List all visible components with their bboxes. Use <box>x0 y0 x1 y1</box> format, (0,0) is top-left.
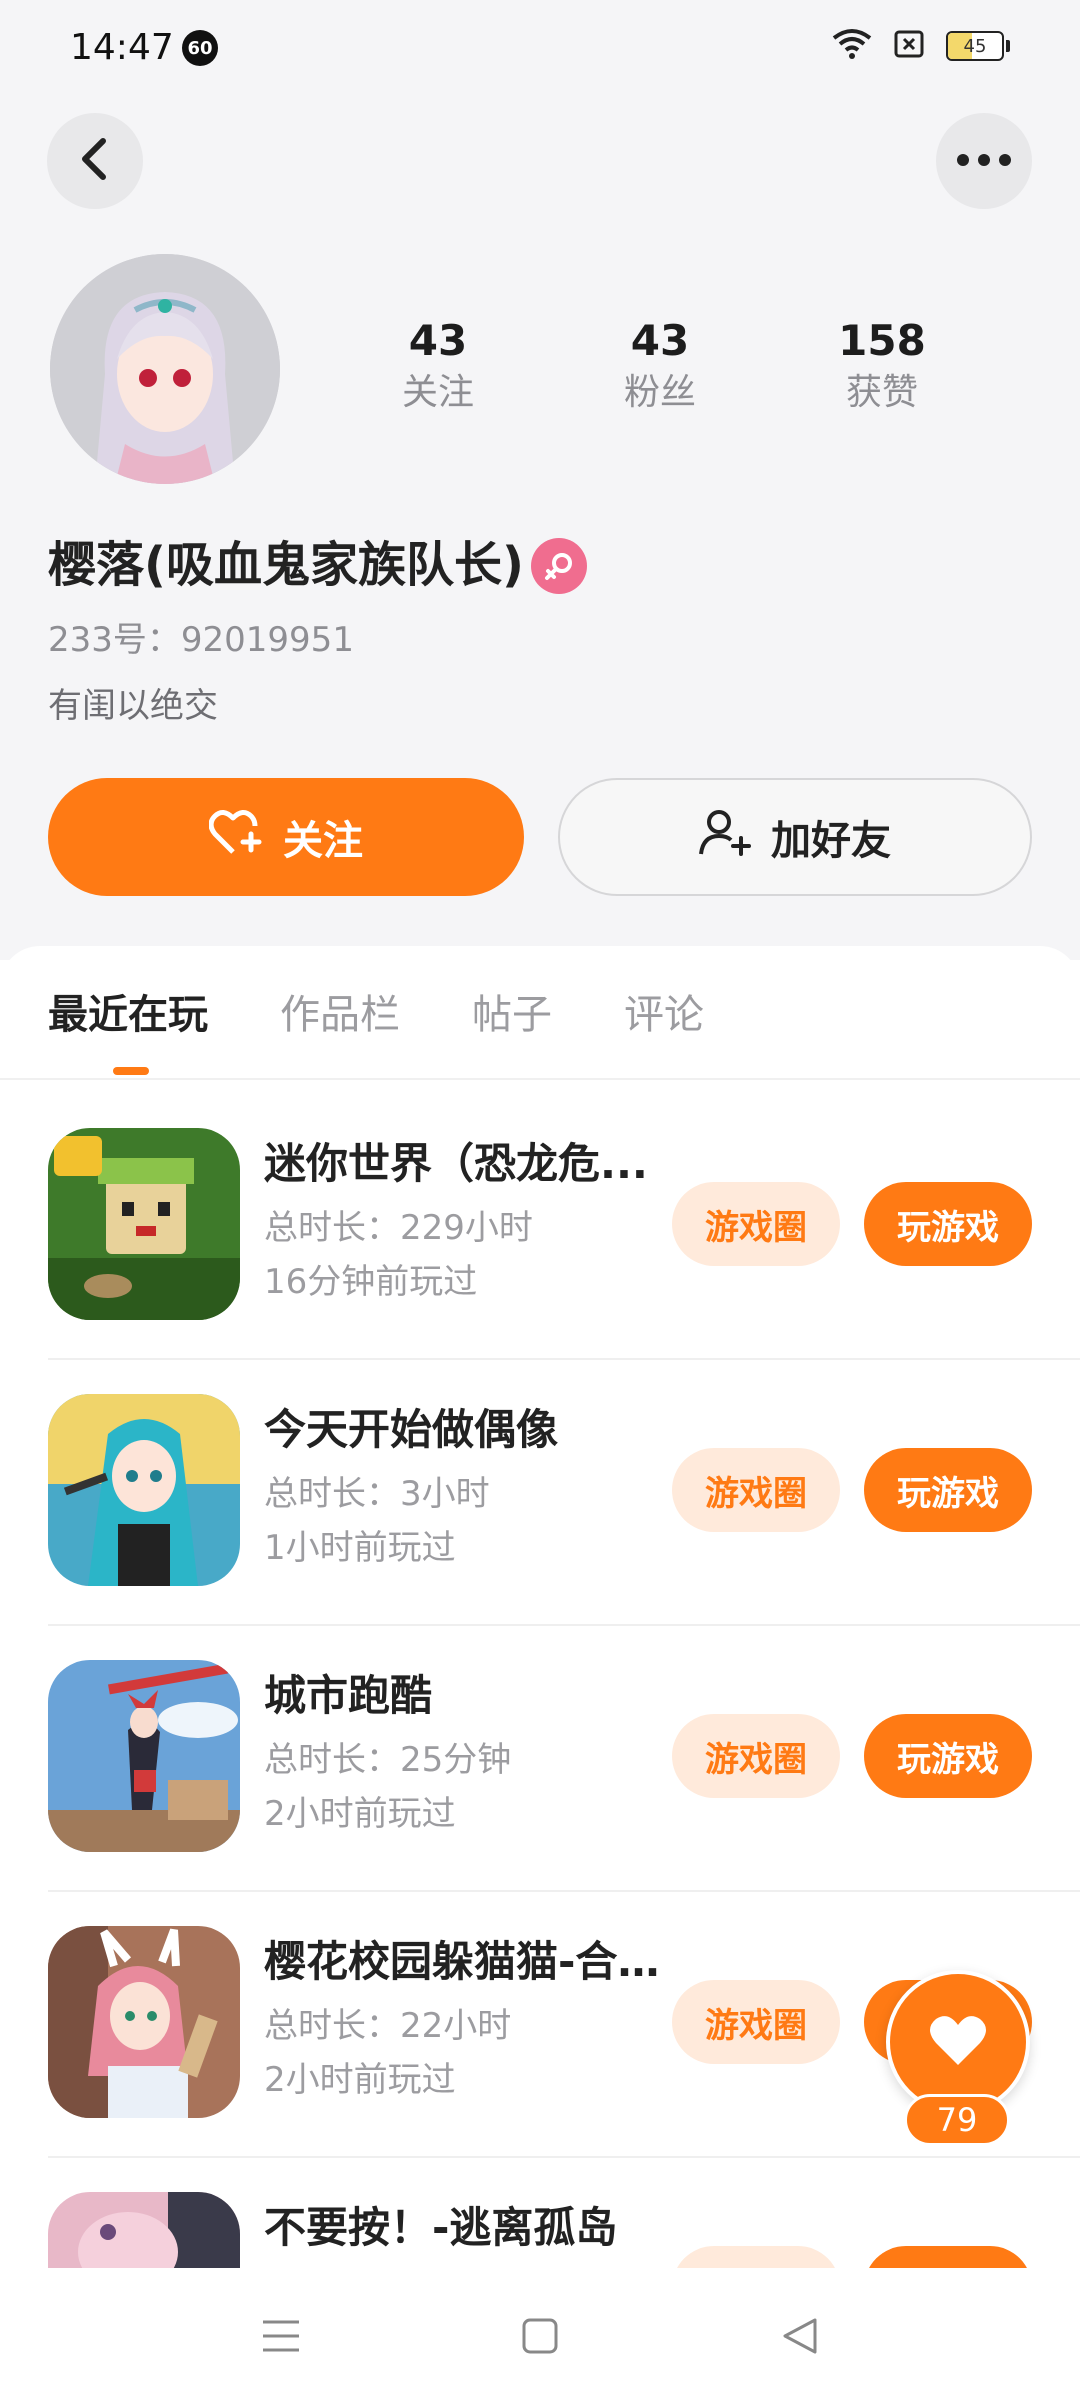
game-row[interactable]: 今天开始做偶像 总时长：3小时 1小时前玩过 游戏圈 玩游戏 <box>48 1394 1080 1660</box>
user-bio: 有闺以绝交 <box>48 686 218 726</box>
play-game-button[interactable] <box>864 2246 1032 2268</box>
game-icon-sakura-school[interactable] <box>48 1926 240 2118</box>
tab-recently-played[interactable]: 最近在玩 <box>48 975 208 1055</box>
game-last-played: 2小时前玩过 <box>264 1794 456 1834</box>
user-id: 233号：92019951 <box>48 620 354 660</box>
game-title: 迷你世界（恐龙危... <box>264 1139 648 1188</box>
anime-girl-avatar-icon <box>50 254 280 484</box>
game-total-time: 总时长：25分钟 <box>264 1740 512 1780</box>
game-last-played: 16分钟前玩过 <box>264 1262 478 1302</box>
floating-like-button[interactable] <box>886 1970 1030 2114</box>
row-divider <box>48 2156 1080 2158</box>
more-horizontal-icon <box>956 152 1012 171</box>
game-circle-button[interactable]: 游戏圈 <box>672 1448 840 1532</box>
add-user-icon <box>699 808 751 866</box>
battery-icon: 45 <box>946 31 1004 61</box>
game-title: 不要按！-逃离孤岛 <box>264 2203 618 2252</box>
game-last-played: 1小时前玩过 <box>264 1528 456 1568</box>
play-game-button[interactable]: 玩游戏 <box>864 1182 1032 1266</box>
stat-followers[interactable]: 43 粉丝 <box>580 316 740 418</box>
game-icon-city-parkour[interactable] <box>48 1660 240 1852</box>
game-circle-button[interactable]: 游戏圈 <box>672 1714 840 1798</box>
follow-button[interactable]: 关注 <box>48 778 524 896</box>
game-row[interactable]: 迷你世界（恐龙危... 总时长：229小时 16分钟前玩过 游戏圈 玩游戏 <box>48 1128 1080 1394</box>
play-game-button[interactable]: 玩游戏 <box>864 1714 1032 1798</box>
like-count-badge: 79 <box>904 2094 1010 2146</box>
back-button[interactable] <box>47 113 143 209</box>
heart-icon <box>928 2013 988 2071</box>
tab-posts[interactable]: 帖子 <box>472 975 552 1055</box>
chevron-left-icon <box>77 137 113 185</box>
game-icon-mini-world[interactable] <box>48 1128 240 1320</box>
stat-likes-label: 获赞 <box>845 372 918 413</box>
tab-works[interactable]: 作品栏 <box>280 975 400 1055</box>
game-total-time: 总时长：22小时 <box>264 2006 512 2046</box>
add-friend-button-label: 加好友 <box>771 818 891 864</box>
row-divider <box>48 1358 1080 1360</box>
wifi-icon <box>832 28 872 64</box>
female-icon <box>531 538 587 594</box>
stat-following[interactable]: 43 关注 <box>358 316 518 418</box>
game-icon-escape-island[interactable] <box>48 2192 240 2268</box>
game-title: 今天开始做偶像 <box>264 1405 559 1454</box>
stat-likes[interactable]: 158 获赞 <box>802 316 962 418</box>
username: 樱落(吸血鬼家族队长) <box>48 537 524 593</box>
status-icons: 45 <box>832 28 1010 64</box>
game-icon-idol[interactable] <box>48 1394 240 1586</box>
refresh-rate-badge: 60 <box>182 30 218 66</box>
active-tab-indicator <box>113 1067 149 1075</box>
back-triangle-icon[interactable] <box>772 2308 828 2364</box>
game-circle-button[interactable]: 游戏圈 <box>672 1980 840 2064</box>
game-row[interactable]: 不要按！-逃离孤岛 <box>48 2192 1080 2268</box>
game-title: 樱花校园躲猫猫-合... <box>264 1937 664 1986</box>
stat-followers-count: 43 <box>630 316 690 365</box>
home-square-icon[interactable] <box>512 2308 568 2364</box>
profile-tabs: 最近在玩 作品栏 帖子 评论 <box>48 975 704 1055</box>
add-friend-button[interactable]: 加好友 <box>558 778 1032 896</box>
tab-comments[interactable]: 评论 <box>624 975 704 1055</box>
row-divider <box>48 1624 1080 1626</box>
menu-icon[interactable] <box>253 2308 309 2364</box>
game-circle-button[interactable] <box>672 2246 840 2268</box>
status-time: 14:47 <box>70 27 174 68</box>
game-circle-button[interactable]: 游戏圈 <box>672 1182 840 1266</box>
more-options-button[interactable] <box>936 113 1032 209</box>
system-nav-bar <box>0 2268 1080 2400</box>
game-title: 城市跑酷 <box>264 1671 433 1720</box>
stat-following-label: 关注 <box>401 372 474 413</box>
follow-button-label: 关注 <box>283 818 363 864</box>
game-last-played: 2小时前玩过 <box>264 2060 456 2100</box>
battery-level-text: 45 <box>963 35 987 57</box>
sim-off-icon <box>894 30 924 62</box>
game-total-time: 总时长：3小时 <box>264 1474 490 1514</box>
row-divider <box>48 1890 1080 1892</box>
battery-cap <box>1006 40 1010 52</box>
play-game-button[interactable]: 玩游戏 <box>864 1448 1032 1532</box>
stat-likes-count: 158 <box>838 316 926 365</box>
stat-following-count: 43 <box>408 316 468 365</box>
avatar[interactable] <box>50 254 280 484</box>
game-row[interactable]: 城市跑酷 总时长：25分钟 2小时前玩过 游戏圈 玩游戏 <box>48 1660 1080 1926</box>
heart-plus-icon <box>208 808 263 866</box>
game-total-time: 总时长：229小时 <box>264 1208 533 1248</box>
tabs-divider <box>0 1078 1080 1080</box>
stat-followers-label: 粉丝 <box>623 372 696 413</box>
